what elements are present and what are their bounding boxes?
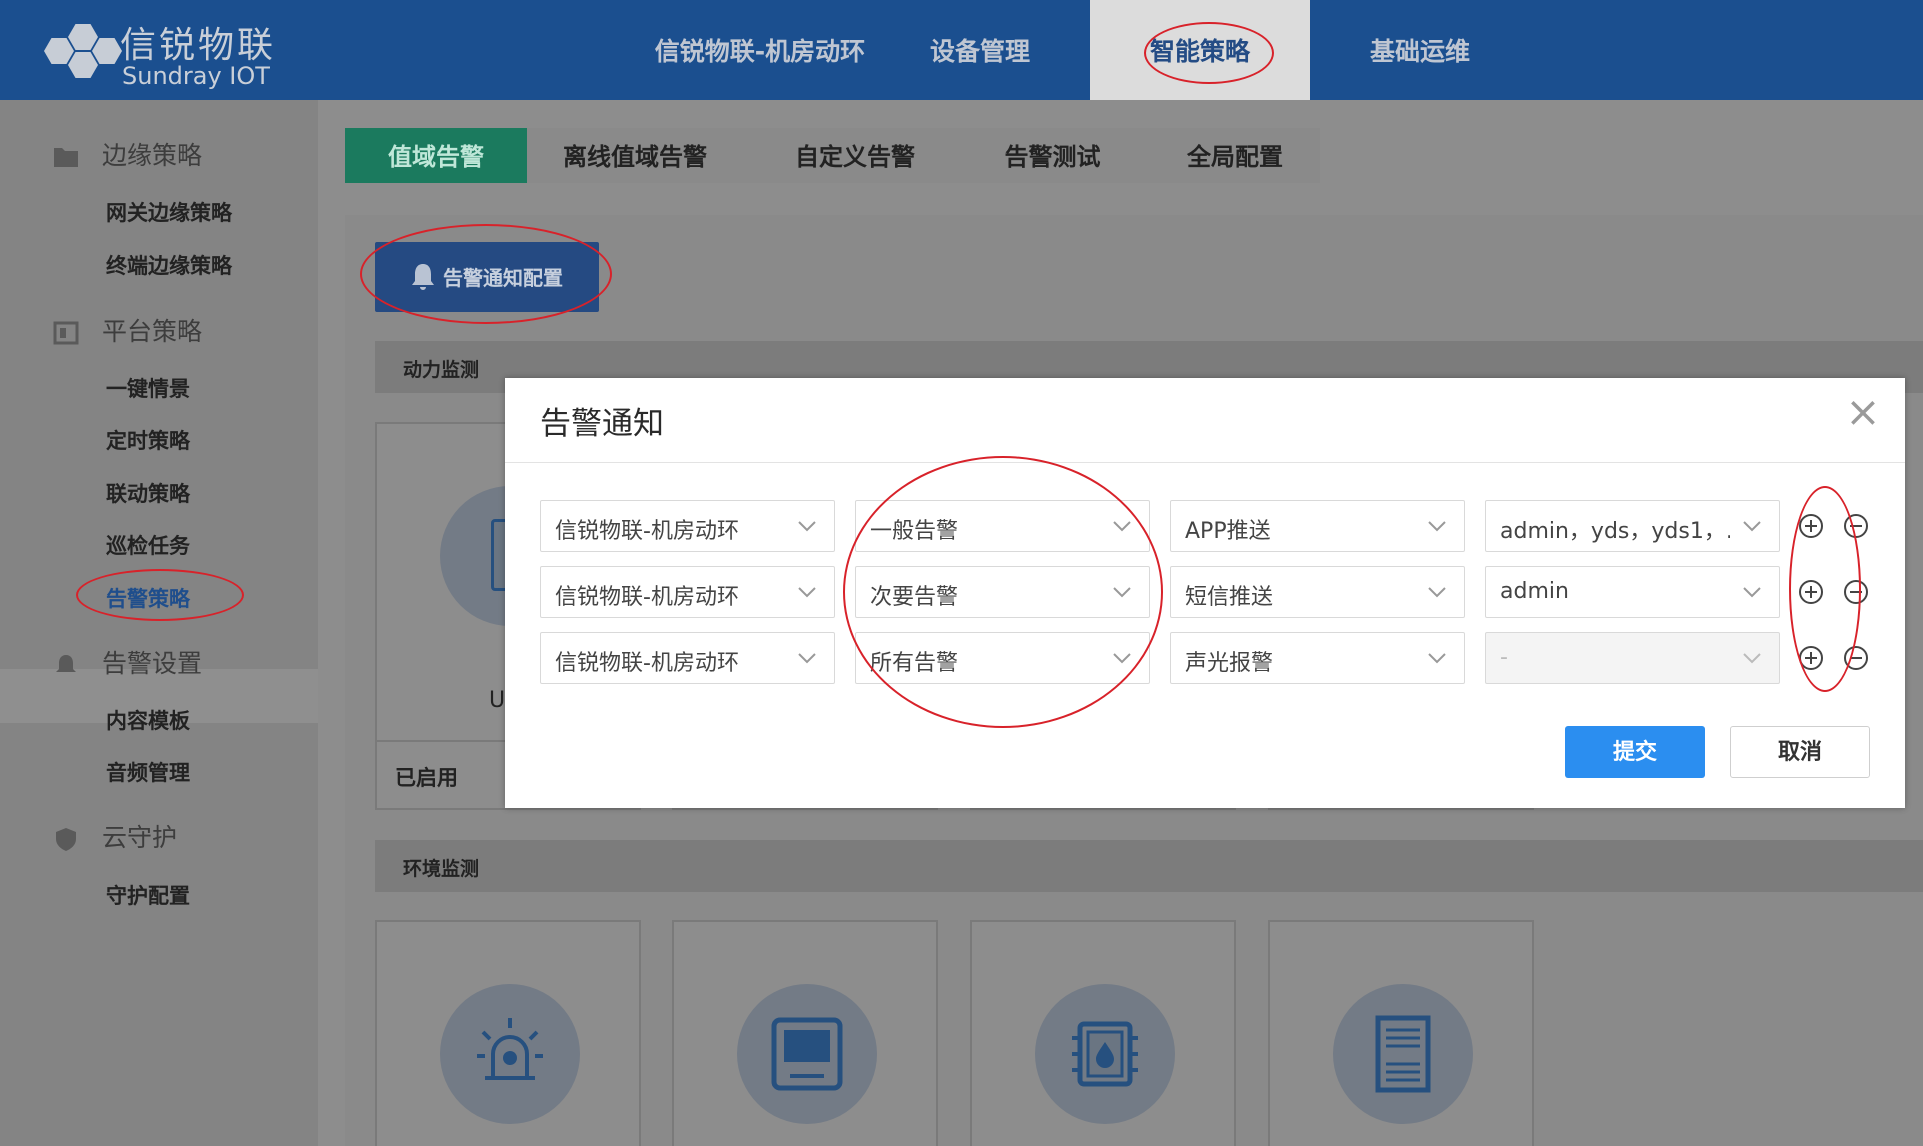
display-panel-icon — [771, 1017, 843, 1091]
alarm-notice-config-button[interactable]: 告警通知配置 — [375, 242, 599, 312]
water-leak-sensor-icon — [1072, 1021, 1138, 1087]
card-status: 已启用 — [395, 766, 458, 790]
tab-custom-alarm[interactable]: 自定义告警 — [770, 128, 940, 183]
remove-row-icon[interactable] — [1843, 579, 1869, 605]
remove-row-icon[interactable] — [1843, 513, 1869, 539]
sidebar-group-alarm-settings[interactable]: 告警设置 — [52, 644, 202, 680]
select-value: 信锐物联-机房动环 — [555, 585, 739, 610]
bell-gear-icon — [56, 655, 76, 672]
sidebar-item-patrol-task[interactable]: 巡检任务 — [106, 530, 190, 560]
logo-hex-icon — [68, 52, 98, 78]
recipients-select[interactable]: admin — [1485, 566, 1780, 618]
recipients-select[interactable]: admin，yds，yds1，... — [1485, 500, 1780, 552]
select-value: 短信推送 — [1185, 585, 1274, 610]
section-title: 动力监测 — [403, 359, 480, 381]
close-icon[interactable]: × — [1841, 390, 1885, 434]
select-value: 信锐物联-机房动环 — [555, 519, 739, 544]
logo-hex-icon — [68, 24, 98, 50]
sidebar-group-platform[interactable]: 平台策略 — [52, 312, 202, 348]
shield-icon — [56, 828, 76, 851]
tab-range-alarm[interactable]: 值域告警 — [345, 128, 527, 183]
sidebar-item-content-template[interactable]: 内容模板 — [106, 705, 190, 735]
sidebar-item-alarm-policy[interactable]: 告警策略 — [106, 583, 190, 613]
scope-select[interactable]: 信锐物联-机房动环 — [540, 566, 835, 618]
nav-item-basic-ops[interactable]: 基础运维 — [1340, 0, 1500, 100]
logo-hex-icon — [92, 38, 122, 64]
scope-select[interactable]: 信锐物联-机房动环 — [540, 632, 835, 684]
chevron-down-icon — [1113, 521, 1131, 532]
select-value: 次要告警 — [870, 585, 959, 610]
brand-name-cn: 信锐物联 — [120, 25, 277, 66]
cancel-button[interactable]: 取消 — [1730, 726, 1870, 778]
chevron-down-icon — [798, 521, 816, 532]
sidebar-item-guard-config[interactable]: 守护配置 — [106, 880, 190, 910]
folder-icon — [54, 148, 78, 167]
chevron-down-icon — [1113, 653, 1131, 664]
device-card[interactable] — [672, 920, 938, 1146]
modal-divider — [505, 462, 1905, 463]
bell-icon — [412, 264, 434, 290]
select-value: APP推送 — [1185, 519, 1271, 544]
select-value: 一般告警 — [870, 519, 959, 544]
tab-alarm-test[interactable]: 告警测试 — [975, 128, 1130, 183]
sidebar-group-cloud-guard[interactable]: 云守护 — [52, 818, 177, 854]
sidebar-item-linkage-policy[interactable]: 联动策略 — [106, 478, 190, 508]
chevron-down-icon — [1743, 587, 1761, 598]
sidebar-item-one-key-scene[interactable]: 一键情景 — [106, 373, 190, 403]
add-row-icon[interactable] — [1798, 513, 1824, 539]
sidebar-group-edge[interactable]: 边缘策略 — [52, 136, 202, 172]
alarm-level-select[interactable]: 一般告警 — [855, 500, 1150, 552]
chevron-down-icon — [1428, 521, 1446, 532]
chevron-down-icon — [1428, 653, 1446, 664]
sidebar-item-terminal-edge[interactable]: 终端边缘策略 — [106, 250, 232, 280]
device-card[interactable] — [1268, 920, 1534, 1146]
sidebar-item-audio-mgmt[interactable]: 音频管理 — [106, 757, 190, 787]
device-card-label-partial: U — [489, 688, 506, 713]
top-header: 信锐物联 Sundray IOT 信锐物联-机房动环 设备管理 智能策略 基础运… — [0, 0, 1923, 100]
alarm-light-icon — [477, 1018, 543, 1080]
sidebar: 边缘策略 网关边缘策略 终端边缘策略 平台策略 一键情景 定时策略 联动策略 巡… — [0, 100, 318, 1146]
section-env-monitoring: 环境监测 — [375, 840, 1923, 892]
select-value: admin — [1500, 579, 1569, 604]
alarm-level-select[interactable]: 所有告警 — [855, 632, 1150, 684]
add-row-icon[interactable] — [1798, 579, 1824, 605]
logo-hex-icon — [44, 38, 74, 64]
tab-global-config[interactable]: 全局配置 — [1160, 128, 1310, 183]
chevron-down-icon — [798, 587, 816, 598]
brand-logo[interactable]: 信锐物联 Sundray IOT — [30, 10, 280, 90]
notify-method-select[interactable]: APP推送 — [1170, 500, 1465, 552]
nav-item-device-mgmt[interactable]: 设备管理 — [900, 0, 1060, 100]
chevron-down-icon — [1743, 653, 1761, 664]
cabinet-icon — [1375, 1015, 1431, 1093]
recipients-select-disabled: - — [1485, 632, 1780, 684]
alarm-notice-modal: 告警通知 × 信锐物联-机房动环 一般告警 APP推送 admin，yds，yd… — [505, 378, 1905, 808]
nav-item-smart-policy[interactable]: 智能策略 — [1090, 0, 1310, 100]
sidebar-item-gateway-edge[interactable]: 网关边缘策略 — [106, 197, 232, 227]
notify-method-select[interactable]: 声光报警 — [1170, 632, 1465, 684]
add-row-icon[interactable] — [1798, 645, 1824, 671]
device-card[interactable] — [375, 920, 641, 1146]
chevron-down-icon — [798, 653, 816, 664]
select-value: admin，yds，yds1，... — [1500, 519, 1730, 544]
device-card[interactable] — [970, 920, 1236, 1146]
server-icon — [53, 321, 79, 345]
select-value: - — [1500, 645, 1508, 670]
scope-select[interactable]: 信锐物联-机房动环 — [540, 500, 835, 552]
select-value: 信锐物联-机房动环 — [555, 651, 739, 676]
sidebar-item-timed-policy[interactable]: 定时策略 — [106, 425, 190, 455]
nav-item-room-env[interactable]: 信锐物联-机房动环 — [640, 0, 880, 100]
chevron-down-icon — [1743, 521, 1761, 532]
alarm-level-select[interactable]: 次要告警 — [855, 566, 1150, 618]
modal-title: 告警通知 — [540, 406, 664, 442]
chevron-down-icon — [1428, 587, 1446, 598]
select-value: 所有告警 — [870, 651, 959, 676]
notify-method-select[interactable]: 短信推送 — [1170, 566, 1465, 618]
brand-name-en: Sundray IOT — [122, 62, 270, 90]
select-value: 声光报警 — [1185, 651, 1274, 676]
section-title: 环境监测 — [403, 858, 480, 880]
tab-offline-range-alarm[interactable]: 离线值域告警 — [540, 128, 730, 183]
remove-row-icon[interactable] — [1843, 645, 1869, 671]
submit-button[interactable]: 提交 — [1565, 726, 1705, 778]
chevron-down-icon — [1113, 587, 1131, 598]
